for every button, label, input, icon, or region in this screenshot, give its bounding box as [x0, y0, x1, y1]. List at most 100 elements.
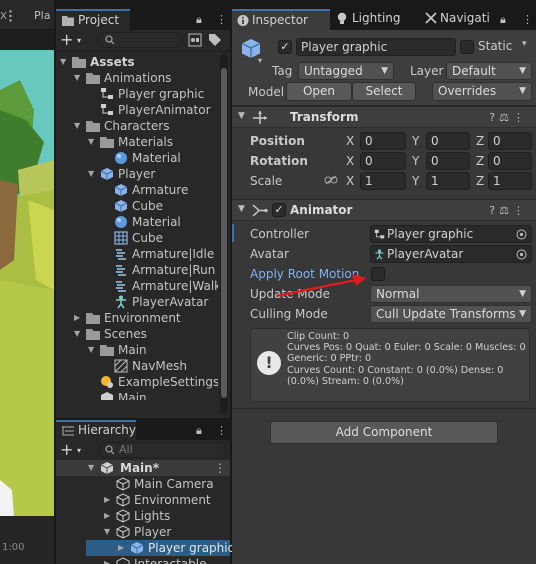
tree-row-cube-mesh[interactable]: Cube: [56, 230, 216, 246]
tree-row-materials[interactable]: ▼ Materials: [56, 134, 216, 150]
component-header-icons[interactable]: ?⁠⚖⋮: [489, 204, 528, 217]
tree-row-armature-walk[interactable]: Armature|Walk: [56, 278, 218, 294]
open-button[interactable]: Open: [286, 82, 352, 101]
lock-icon[interactable]: 🔒︎: [500, 13, 506, 27]
tree-row-player-avatar[interactable]: PlayerAvatar: [56, 294, 216, 310]
tree-row-navmesh[interactable]: NavMesh: [56, 358, 216, 374]
icon-dropdown-caret[interactable]: ▾: [258, 56, 262, 65]
hierarchy-row-main-camera[interactable]: Main Camera: [56, 476, 230, 492]
object-name-field[interactable]: Player graphic: [296, 38, 456, 56]
scene-viewport[interactable]: [0, 50, 54, 516]
navigation-icon: [425, 12, 437, 24]
tree-row-animations[interactable]: ▼ Animations: [56, 70, 216, 86]
active-checkbox[interactable]: ✓: [278, 40, 292, 54]
tree-row-example-settings[interactable]: ExampleSettings: [56, 374, 218, 390]
position-y-field[interactable]: 0: [426, 132, 470, 150]
hierarchy-row-lights[interactable]: ▶ Lights: [56, 508, 230, 524]
hierarchy-search-input[interactable]: All: [98, 442, 226, 458]
project-search-input[interactable]: [98, 32, 182, 48]
tree-row-player-model[interactable]: ▼ Player: [56, 166, 216, 182]
scale-x-field[interactable]: 1: [360, 172, 406, 190]
tree-row-characters[interactable]: ▼ Characters: [56, 118, 216, 134]
rotation-x-field[interactable]: 0: [360, 152, 406, 170]
tree-row-player-graphic-controller[interactable]: Player graphic: [56, 86, 216, 102]
overrides-dropdown[interactable]: Overrides ▼: [432, 82, 532, 101]
tag-icon[interactable]: [208, 33, 222, 47]
more-icon[interactable]: ⋮: [216, 424, 227, 437]
tree-row-environment[interactable]: ▶ Environment: [56, 310, 216, 326]
tree-row-scenes[interactable]: ▼ Scenes: [56, 326, 216, 342]
add-component-button[interactable]: Add Component: [270, 421, 498, 444]
filter-by-type-icon[interactable]: [188, 33, 202, 47]
hierarchy-row-environment[interactable]: ▶ Environment: [56, 492, 230, 508]
hierarchy-row-main-scene[interactable]: ▼ Main* ⋮: [56, 460, 230, 476]
tree-row-armature-run[interactable]: Armature|Run: [56, 262, 216, 278]
collapse-arrow-icon[interactable]: ▼: [238, 204, 245, 214]
scale-z-field[interactable]: 1: [488, 172, 532, 190]
position-x-axis: X: [346, 134, 355, 148]
tab-inspector[interactable]: Inspector: [232, 9, 330, 30]
hierarchy-tab-row: Hierarchy 🔒︎ ⋮: [56, 420, 230, 440]
select-button[interactable]: Select: [352, 82, 416, 101]
hierarchy-row-interactable[interactable]: ▶ Interactable: [56, 556, 230, 564]
rotation-z-axis: Z: [476, 154, 485, 168]
position-x-field[interactable]: 0: [360, 132, 406, 150]
rotation-z-field[interactable]: 0: [488, 152, 532, 170]
lock-icon[interactable]: 🔒︎: [196, 13, 202, 27]
culling-mode-dropdown[interactable]: Cull Update Transforms ▼: [370, 305, 532, 323]
hierarchy-row-player-graphic[interactable]: ▶ Player graphic: [86, 540, 234, 556]
tree-row-assets[interactable]: ▼ Assets: [56, 54, 216, 70]
more-icon[interactable]: ⋮: [214, 460, 226, 476]
create-button[interactable]: + ▾: [60, 31, 90, 49]
tag-dropdown[interactable]: Untagged ▼: [298, 62, 394, 80]
avatar-field[interactable]: PlayerAvatar: [370, 245, 532, 263]
transform-header[interactable]: ▼ Transform ?⁠⚖⋮: [232, 106, 536, 128]
close-icon[interactable]: x: [0, 8, 7, 22]
more-icon[interactable]: ⋮: [216, 13, 227, 26]
static-checkbox[interactable]: [460, 40, 474, 54]
collapse-arrow-icon[interactable]: ▼: [238, 111, 245, 121]
tab-navigation[interactable]: Navigati: [420, 9, 506, 30]
tab-lighting-label: Lighting: [352, 11, 401, 25]
tab-hierarchy[interactable]: Hierarchy: [56, 420, 136, 440]
scale-y-field[interactable]: 1: [426, 172, 470, 190]
gameobject-icon: [116, 509, 130, 523]
tab-inspector-label: Inspector: [252, 13, 308, 27]
tree-row-material-2[interactable]: Material: [56, 214, 216, 230]
rotation-y-field[interactable]: 0: [426, 152, 470, 170]
tab-play[interactable]: Pla: [34, 9, 50, 22]
tab-project[interactable]: Project: [56, 9, 130, 30]
info-curves-count: Curves Count: 0 Constant: 0 (0.0%) Dense…: [287, 364, 504, 387]
animator-header[interactable]: ▼ ✓ Animator ?⁠⚖⋮: [232, 199, 536, 221]
hierarchy-row-player[interactable]: ▼ Player: [56, 524, 230, 540]
transform-icon: [253, 111, 267, 124]
link-icon[interactable]: [324, 175, 338, 185]
more-icon[interactable]: ⋮: [522, 13, 533, 26]
tree-row-player-animator[interactable]: PlayerAnimator: [56, 102, 216, 118]
drag-handle-icon[interactable]: [9, 10, 12, 22]
tree-row-main-scene[interactable]: Main: [56, 390, 216, 400]
object-picker-icon[interactable]: [516, 249, 527, 260]
project-scrollbar-thumb[interactable]: [221, 68, 227, 398]
tree-row-armature-idle[interactable]: Armature|Idle: [56, 246, 216, 262]
update-mode-dropdown[interactable]: Normal ▼: [370, 285, 532, 303]
tree-row-armature[interactable]: Armature: [56, 182, 216, 198]
model-label: Model: [248, 85, 285, 99]
create-button[interactable]: + ▾: [60, 441, 90, 459]
layer-dropdown[interactable]: Default ▼: [446, 62, 532, 80]
annotation-arrow-icon: [275, 274, 366, 298]
project-scrollbar[interactable]: [220, 54, 228, 414]
static-dropdown-caret[interactable]: ▾: [522, 39, 527, 49]
controller-field[interactable]: Player graphic: [370, 225, 532, 243]
tree-row-main-folder[interactable]: ▼ Main: [56, 342, 216, 358]
animator-enabled-checkbox[interactable]: ✓: [272, 203, 286, 217]
component-header-icons[interactable]: ?⁠⚖⋮: [489, 111, 528, 124]
apply-root-motion-checkbox[interactable]: [371, 267, 385, 281]
tree-row-cube[interactable]: Cube: [56, 198, 216, 214]
lock-icon[interactable]: 🔒︎: [196, 424, 202, 438]
tree-row-material[interactable]: Material: [56, 150, 216, 166]
tab-lighting[interactable]: Lighting: [332, 9, 420, 30]
object-picker-icon[interactable]: [516, 229, 527, 240]
divider: [232, 408, 536, 409]
position-z-field[interactable]: 0: [488, 132, 532, 150]
